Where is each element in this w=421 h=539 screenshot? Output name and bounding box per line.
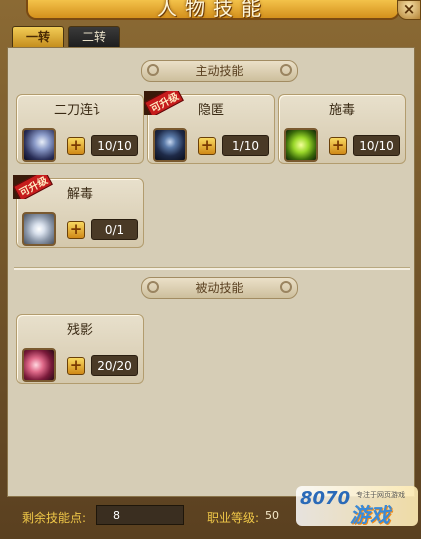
site-watermark-logo: 8070 专注于网页游戏 游戏 bbox=[296, 486, 418, 527]
skill-card-stealth: 可升级 隐匿 + 1/10 bbox=[144, 91, 275, 164]
skill-name: 二刀连讠 bbox=[53, 103, 106, 118]
tab-second-class[interactable]: 二转 bbox=[68, 26, 120, 47]
skill-window: 人物技能 × 一转 二转 主动技能 二刀连讠 + 10/10 可升级 隐匿 + … bbox=[0, 0, 421, 539]
skill-name: 隐匿 bbox=[197, 103, 224, 118]
add-skill-point-button[interactable]: + bbox=[198, 137, 216, 155]
skill-card-detox: 可升级 解毒 + 0/1 bbox=[13, 175, 144, 248]
ornament-icon bbox=[147, 281, 159, 293]
skill-card-poison: 施毒 + 10/10 bbox=[278, 94, 406, 164]
add-skill-point-button[interactable]: + bbox=[67, 357, 85, 375]
add-skill-point-button[interactable]: + bbox=[67, 221, 85, 239]
remaining-points-value: 8 bbox=[96, 505, 184, 525]
active-skills-header: 主动技能 bbox=[141, 60, 298, 82]
active-skills-title: 主动技能 bbox=[195, 64, 244, 78]
remaining-points-label: 剩余技能点: bbox=[22, 511, 87, 525]
skill-footer: 剩余技能点: 8 职业等级: 50 8070 专注于网页游戏 游戏 bbox=[0, 486, 421, 539]
skill-name: 解毒 bbox=[66, 187, 93, 202]
passive-skills-header: 被动技能 bbox=[141, 277, 298, 299]
close-button[interactable]: × bbox=[397, 0, 421, 20]
ornament-icon bbox=[147, 64, 159, 76]
section-divider bbox=[14, 267, 410, 270]
skill-level: 10/10 bbox=[91, 135, 138, 156]
skill-level: 0/1 bbox=[91, 219, 138, 240]
class-level-label: 职业等级: bbox=[207, 511, 260, 525]
class-level-value: 50 bbox=[265, 509, 279, 522]
skill-level: 20/20 bbox=[91, 355, 138, 376]
ornament-icon bbox=[280, 64, 292, 76]
window-title: 人物技能 bbox=[157, 0, 269, 20]
skill-name: 施毒 bbox=[328, 103, 355, 118]
skill-name: 残影 bbox=[66, 323, 93, 338]
window-title-bar: 人物技能 bbox=[26, 0, 400, 20]
skill-card-afterimage: 残影 + 20/20 bbox=[16, 314, 144, 384]
skill-panel: 主动技能 二刀连讠 + 10/10 可升级 隐匿 + 1/10 施毒 + 10/… bbox=[7, 47, 415, 497]
detox-icon[interactable] bbox=[22, 212, 56, 246]
skill-card-dual-blade: 二刀连讠 + 10/10 bbox=[16, 94, 144, 164]
afterimage-icon[interactable] bbox=[22, 348, 56, 382]
poison-icon[interactable] bbox=[284, 128, 318, 162]
add-skill-point-button[interactable]: + bbox=[329, 137, 347, 155]
ornament-icon bbox=[280, 281, 292, 293]
logo-number: 8070 bbox=[300, 488, 351, 509]
stealth-icon[interactable] bbox=[153, 128, 187, 162]
skill-level: 10/10 bbox=[353, 135, 400, 156]
sword-slash-icon[interactable] bbox=[22, 128, 56, 162]
skill-level: 1/10 bbox=[222, 135, 269, 156]
passive-skills-title: 被动技能 bbox=[195, 281, 244, 295]
add-skill-point-button[interactable]: + bbox=[67, 137, 85, 155]
logo-word: 游戏 bbox=[350, 503, 390, 527]
tab-first-class[interactable]: 一转 bbox=[12, 26, 64, 47]
